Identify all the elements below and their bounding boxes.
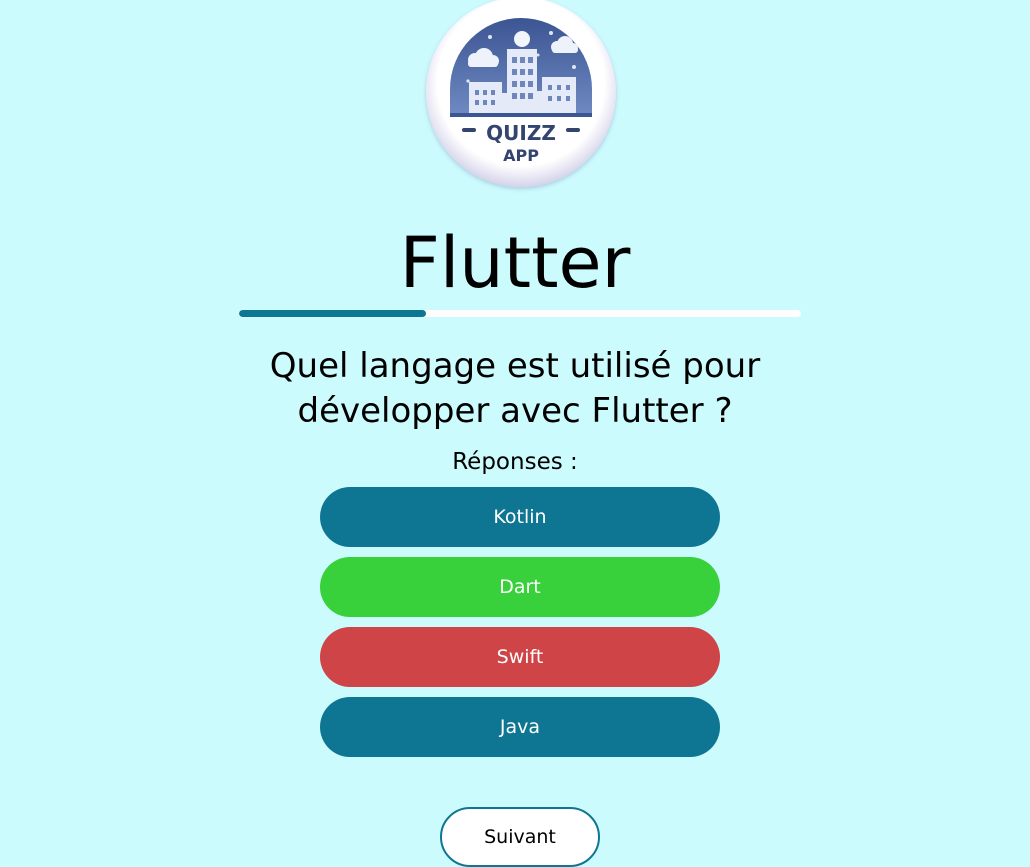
logo-text-quizz: QUIZZ <box>486 121 556 145</box>
answer-button-kotlin[interactable]: Kotlin <box>320 487 720 547</box>
quizz-app-logo: QUIZZ APP <box>426 0 616 187</box>
answers-label: Réponses : <box>452 449 578 475</box>
logo-text-app: APP <box>503 146 539 165</box>
answers-list: Kotlin Dart Swift Java <box>320 487 720 767</box>
answer-button-dart[interactable]: Dart <box>320 557 720 617</box>
next-button[interactable]: Suivant <box>440 807 600 867</box>
progress-bar <box>239 310 801 317</box>
quiz-title: Flutter <box>399 222 631 304</box>
answer-button-java[interactable]: Java <box>320 697 720 757</box>
answer-button-swift[interactable]: Swift <box>320 627 720 687</box>
question-text: Quel langage est utilisé pour développer… <box>269 346 761 431</box>
city-badge-icon: QUIZZ APP <box>426 0 616 187</box>
progress-bar-fill <box>239 310 427 317</box>
